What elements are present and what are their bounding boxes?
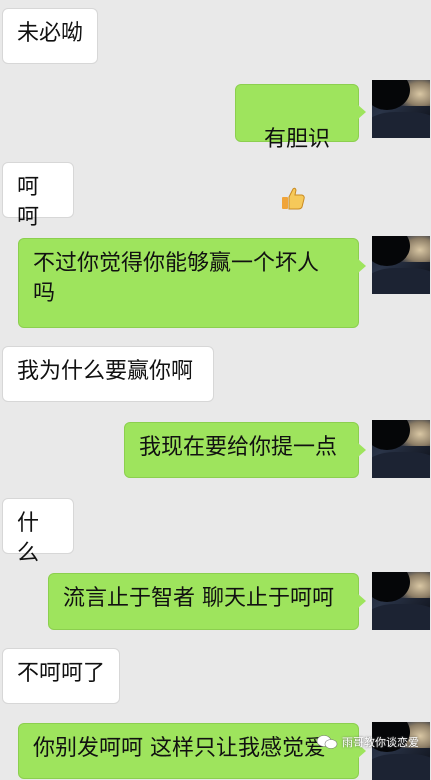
message-bubble-outgoing[interactable]: 我现在要给你提一点 (124, 422, 366, 478)
message-bubble-incoming[interactable]: 我为什么要赢你啊 (2, 346, 214, 402)
message-bubble-outgoing[interactable]: 有胆识 (235, 84, 366, 210)
message-bubble-outgoing[interactable]: 不过你觉得你能够赢一个坏人 吗 (18, 238, 366, 328)
message-text: 有胆识 (264, 127, 331, 152)
user-avatar[interactable] (372, 420, 430, 478)
user-avatar[interactable] (372, 722, 430, 780)
thumbs-up-icon (252, 155, 306, 250)
watermark: 雨哥教你谈恋爱 (316, 734, 419, 750)
message-bubble-incoming[interactable]: 呵呵 (2, 162, 74, 230)
wechat-icon (316, 735, 338, 749)
message-bubble-outgoing[interactable]: 你别发呵呵 这样只让我感觉爱 (18, 723, 366, 779)
message-bubble-incoming[interactable]: 什么 (2, 498, 74, 566)
user-avatar[interactable] (372, 80, 430, 138)
message-bubble-incoming[interactable]: 未必呦 (2, 8, 98, 64)
message-bubble-outgoing[interactable]: 流言止于智者 聊天止于呵呵 (48, 573, 366, 630)
user-avatar[interactable] (372, 572, 430, 630)
user-avatar[interactable] (372, 236, 430, 294)
message-bubble-incoming[interactable]: 不呵呵了 (2, 648, 120, 704)
watermark-text: 雨哥教你谈恋爱 (342, 736, 419, 749)
